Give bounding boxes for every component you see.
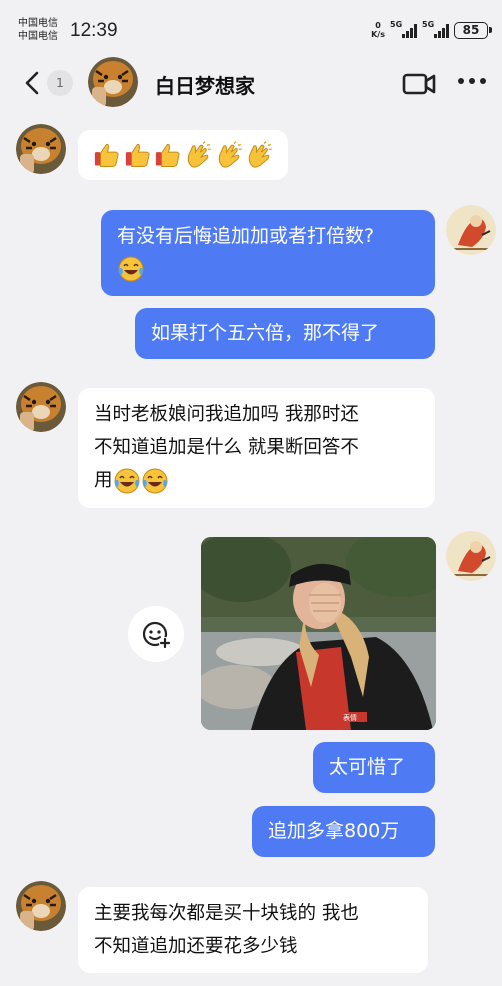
message-text-line: 主要我每次都是买十块钱的 我也	[94, 903, 359, 924]
message-text-line: 不知道追加还要花多少钱	[94, 936, 298, 957]
message-bubble[interactable]: 太可惜了	[313, 742, 435, 793]
tears-of-joy-icon	[142, 468, 168, 493]
message-text-line: 不知道追加是什么 就果断回答不	[94, 437, 359, 458]
signal-2-tag: 5G	[422, 20, 435, 29]
chat-header: 1 白日梦想家	[0, 52, 502, 114]
add-sticker-icon	[142, 621, 171, 649]
clock: 12:39	[70, 20, 118, 41]
clapping-hands-icon	[218, 141, 242, 168]
message-bubble[interactable]: 主要我每次都是买十块钱的 我也 不知道追加还要花多少钱	[78, 887, 428, 973]
contact-avatar[interactable]	[16, 124, 66, 174]
contact-avatar[interactable]	[88, 57, 138, 107]
back-button[interactable]: 1	[22, 68, 74, 98]
back-chevron-icon	[25, 71, 39, 95]
message-bubble[interactable]: 有没有后悔追加加或者打倍数?	[101, 210, 435, 296]
signal-1-icon: 5G	[390, 20, 417, 38]
emoji-row	[92, 140, 274, 170]
message-text-line-3: 用	[94, 464, 419, 497]
signal-1-tag: 5G	[390, 20, 403, 29]
message-text: 追加多拿800万	[268, 820, 400, 842]
contact-avatar[interactable]	[16, 881, 66, 931]
clapping-hands-icon	[249, 141, 273, 168]
video-call-icon[interactable]	[402, 70, 436, 98]
thumbs-up-icon	[94, 143, 119, 167]
tears-of-joy-icon	[118, 256, 144, 281]
add-sticker-button[interactable]	[128, 606, 184, 662]
carrier-2: 中国电信	[18, 31, 58, 42]
tears-of-joy-icon	[114, 468, 140, 493]
network-speed: 0 K/s	[371, 21, 385, 39]
battery-icon: 85	[454, 21, 492, 39]
contact-avatar[interactable]	[16, 382, 66, 432]
message-text: 太可惜了	[329, 756, 406, 778]
my-avatar[interactable]	[446, 531, 496, 581]
status-icons: 0 K/s 5G 5G 85	[371, 18, 492, 42]
carrier-1: 中国电信	[18, 18, 58, 29]
sticker-image[interactable]: 表情	[201, 537, 436, 730]
message-text: 如果打个五六倍，那不得了	[151, 322, 380, 344]
my-avatar[interactable]	[446, 205, 496, 255]
contact-name: 白日梦想家	[155, 74, 255, 98]
network-speed-value: 0	[375, 21, 381, 30]
thumbs-up-icon	[156, 143, 180, 167]
message-bubble[interactable]	[78, 130, 288, 180]
signal-2-icon: 5G	[422, 20, 449, 38]
status-bar: 中国电信 中国电信 12:39 0 K/s 5G 5G 85	[0, 0, 502, 52]
message-text: 有没有后悔追加加或者打倍数?	[117, 225, 375, 247]
thumbs-up-icon	[125, 143, 150, 167]
message-bubble[interactable]: 追加多拿800万	[252, 806, 435, 857]
image-watermark: 表情	[343, 713, 357, 722]
message-text-fragment: 用	[94, 470, 113, 491]
message-bubble[interactable]: 如果打个五六倍，那不得了	[135, 308, 435, 359]
more-icon[interactable]	[458, 78, 488, 88]
message-text-line: 当时老板娘问我追加吗 我那时还	[94, 404, 359, 425]
clapping-hands-icon	[187, 141, 211, 168]
facepalm-sticker-image: 表情	[201, 537, 436, 730]
unread-count-badge: 1	[47, 70, 73, 96]
network-speed-unit: K/s	[371, 30, 385, 39]
message-bubble[interactable]: 当时老板娘问我追加吗 我那时还 不知道追加是什么 就果断回答不 用	[78, 388, 435, 508]
